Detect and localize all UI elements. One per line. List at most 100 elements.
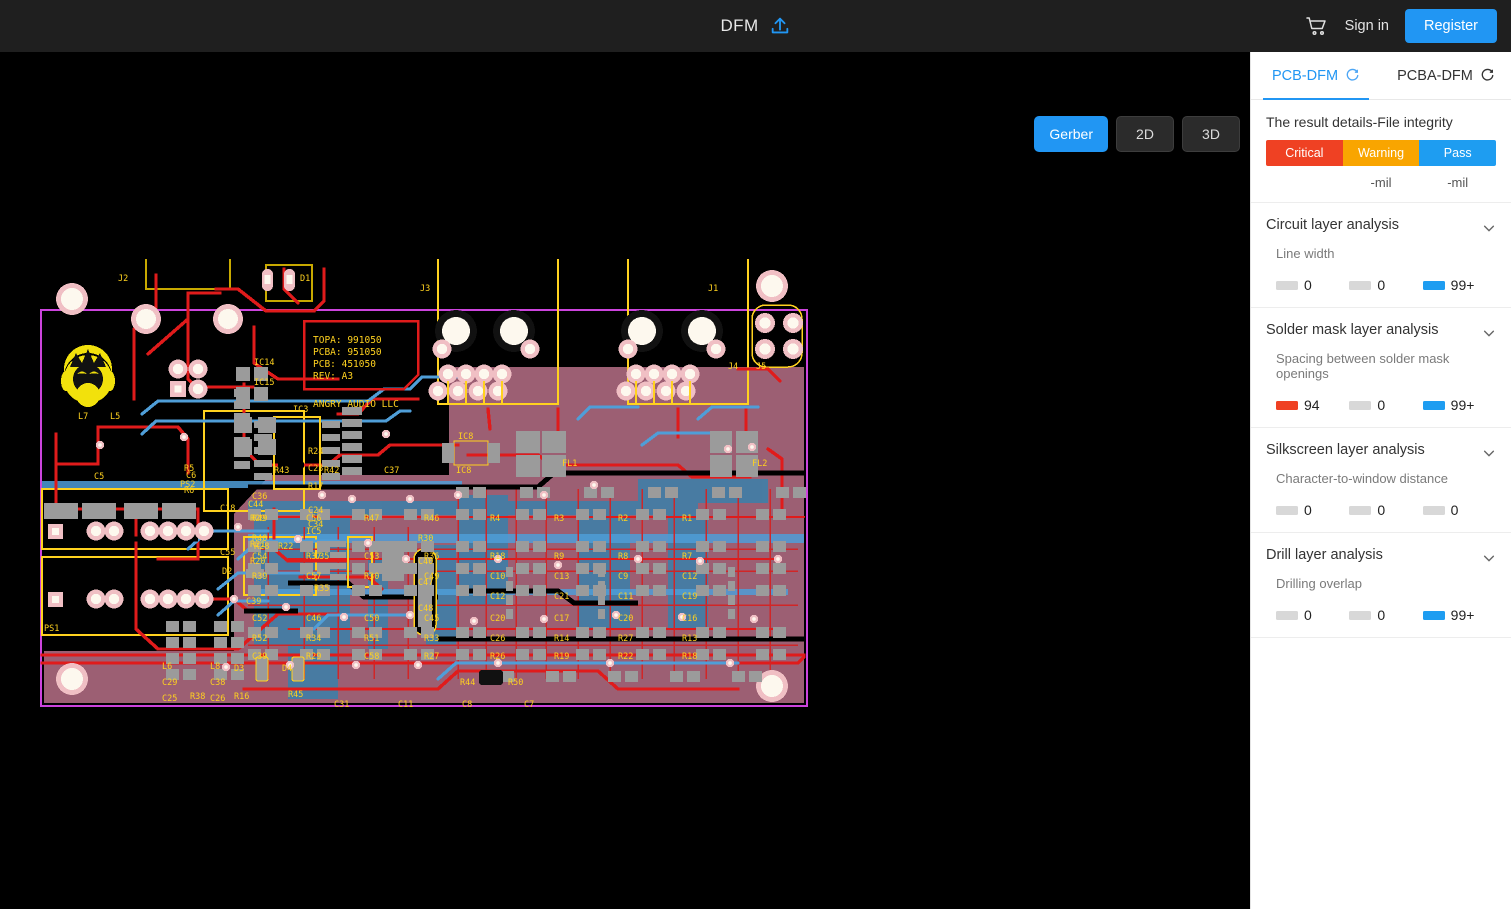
legend-warning[interactable]: Warning bbox=[1342, 140, 1420, 166]
section-subtitle: Line width bbox=[1276, 246, 1335, 261]
svg-text:FL2: FL2 bbox=[752, 459, 767, 469]
count-critical[interactable]: 0 bbox=[1276, 502, 1349, 518]
svg-text:C48: C48 bbox=[418, 604, 433, 614]
svg-text:R44: R44 bbox=[460, 678, 475, 688]
count-pass-value: 99+ bbox=[1450, 397, 1475, 413]
count-pass-value: 99+ bbox=[1450, 607, 1475, 623]
refresh-icon[interactable] bbox=[1480, 68, 1495, 83]
chevron-down-icon[interactable] bbox=[1482, 217, 1496, 240]
swatch-pass bbox=[1422, 280, 1445, 290]
swatch-pass bbox=[1422, 400, 1445, 410]
svg-text:R36: R36 bbox=[424, 552, 439, 562]
view-mode-2d[interactable]: 2D bbox=[1116, 116, 1174, 152]
svg-text:R43: R43 bbox=[274, 466, 289, 476]
count-critical[interactable]: 0 bbox=[1276, 607, 1349, 623]
svg-text:PCB: 451050: PCB: 451050 bbox=[313, 359, 376, 370]
count-warning[interactable]: 0 bbox=[1349, 607, 1422, 623]
swatch-critical bbox=[1276, 505, 1298, 515]
svg-text:R39: R39 bbox=[252, 572, 267, 582]
svg-text:R52: R52 bbox=[252, 634, 267, 644]
section-circuit-layer-analysis: Circuit layer analysis Line width 0 0 99… bbox=[1251, 202, 1511, 307]
svg-text:R9: R9 bbox=[554, 552, 564, 562]
svg-text:C26: C26 bbox=[490, 634, 505, 644]
body-wrapper: Gerber 2D 3D J2 D1 J3 J1 J4 J5 PS1 PS2 I… bbox=[0, 52, 1511, 909]
register-button[interactable]: Register bbox=[1405, 9, 1497, 43]
svg-text:C39: C39 bbox=[246, 597, 261, 607]
svg-text:R1: R1 bbox=[682, 514, 692, 524]
svg-text:C19: C19 bbox=[682, 592, 697, 602]
swatch-critical bbox=[1276, 610, 1298, 620]
svg-text:R46: R46 bbox=[424, 514, 439, 524]
section-header[interactable]: Drill layer analysis bbox=[1266, 547, 1496, 570]
cart-icon[interactable] bbox=[1305, 14, 1329, 38]
count-warning[interactable]: 0 bbox=[1349, 502, 1422, 518]
count-pass[interactable]: 99+ bbox=[1422, 277, 1496, 293]
svg-text:C29: C29 bbox=[162, 678, 177, 688]
count-critical[interactable]: 0 bbox=[1276, 277, 1349, 293]
svg-text:C56: C56 bbox=[306, 514, 321, 524]
sign-in-link[interactable]: Sign in bbox=[1345, 18, 1389, 34]
swatch-warning bbox=[1349, 610, 1372, 620]
panel-tab-bar: PCB-DFM PCBA-DFM bbox=[1251, 52, 1511, 100]
svg-text:C6: C6 bbox=[186, 471, 196, 481]
svg-text:C17: C17 bbox=[554, 614, 569, 624]
section-header[interactable]: Silkscreen layer analysis bbox=[1266, 442, 1496, 465]
svg-text:R51: R51 bbox=[364, 634, 379, 644]
svg-text:C10: C10 bbox=[490, 572, 505, 582]
svg-text:C58: C58 bbox=[364, 652, 379, 662]
chevron-down-icon[interactable] bbox=[1482, 547, 1496, 570]
svg-text:C57: C57 bbox=[306, 572, 321, 582]
tab-pcba-dfm[interactable]: PCBA-DFM bbox=[1381, 52, 1511, 99]
view-mode-3d[interactable]: 3D bbox=[1182, 116, 1240, 152]
section-counts: 0 0 0 bbox=[1266, 502, 1496, 518]
section-counts: 0 0 99+ bbox=[1266, 607, 1496, 623]
count-critical[interactable]: 94 bbox=[1276, 397, 1349, 413]
count-critical-value: 0 bbox=[1304, 277, 1312, 293]
gerber-viewer[interactable]: Gerber 2D 3D J2 D1 J3 J1 J4 J5 PS1 PS2 I… bbox=[0, 52, 1250, 909]
svg-text:C39: C39 bbox=[252, 652, 267, 662]
svg-text:R37: R37 bbox=[306, 552, 321, 562]
legend-critical[interactable]: Critical bbox=[1266, 140, 1343, 166]
svg-text:J3: J3 bbox=[420, 284, 430, 294]
svg-text:TOPA: 991050: TOPA: 991050 bbox=[313, 335, 382, 346]
svg-text:R16: R16 bbox=[234, 692, 249, 702]
svg-text:R4: R4 bbox=[490, 514, 500, 524]
view-mode-gerber[interactable]: Gerber bbox=[1034, 116, 1108, 152]
count-critical-value: 94 bbox=[1304, 397, 1320, 413]
svg-text:R18: R18 bbox=[490, 552, 505, 562]
svg-text:J5: J5 bbox=[756, 362, 766, 372]
svg-text:R27: R27 bbox=[424, 652, 439, 662]
count-warning[interactable]: 0 bbox=[1349, 397, 1422, 413]
count-pass[interactable]: 0 bbox=[1422, 502, 1496, 518]
count-pass[interactable]: 99+ bbox=[1422, 607, 1496, 623]
chevron-down-icon[interactable] bbox=[1482, 322, 1496, 345]
svg-text:R6: R6 bbox=[184, 486, 194, 496]
svg-text:C50: C50 bbox=[364, 614, 379, 624]
swatch-critical bbox=[1276, 280, 1298, 290]
refresh-icon[interactable] bbox=[1345, 68, 1360, 83]
svg-text:D4: D4 bbox=[282, 664, 292, 674]
upload-icon[interactable] bbox=[769, 15, 791, 37]
pcb-board-render[interactable]: J2 D1 J3 J1 J4 J5 PS1 PS2 IC3 IC5 IC8 IC… bbox=[38, 238, 810, 710]
mil-values-row: -mil -mil bbox=[1266, 166, 1496, 202]
tab-pcb-dfm[interactable]: PCB-DFM bbox=[1251, 52, 1381, 100]
count-warning-value: 0 bbox=[1377, 277, 1386, 293]
svg-text:R29: R29 bbox=[306, 652, 321, 662]
panel-bottom-divider bbox=[1251, 637, 1511, 638]
svg-text:R26: R26 bbox=[490, 652, 505, 662]
svg-text:J1: J1 bbox=[708, 284, 718, 294]
panel-heading: The result details-File integrity bbox=[1266, 114, 1453, 130]
section-counts: 94 0 99+ bbox=[1266, 397, 1496, 413]
svg-text:C16: C16 bbox=[682, 614, 697, 624]
section-header[interactable]: Solder mask layer analysis bbox=[1266, 322, 1496, 345]
svg-text:R3: R3 bbox=[554, 514, 564, 524]
svg-text:C53: C53 bbox=[364, 552, 379, 562]
legend-pass[interactable]: Pass bbox=[1419, 140, 1496, 166]
count-pass[interactable]: 99+ bbox=[1422, 397, 1496, 413]
svg-text:R22: R22 bbox=[618, 652, 633, 662]
count-warning[interactable]: 0 bbox=[1349, 277, 1422, 293]
section-header[interactable]: Circuit layer analysis bbox=[1266, 217, 1496, 240]
svg-text:R30: R30 bbox=[418, 534, 433, 544]
chevron-down-icon[interactable] bbox=[1482, 442, 1496, 465]
svg-text:R17: R17 bbox=[308, 482, 323, 492]
